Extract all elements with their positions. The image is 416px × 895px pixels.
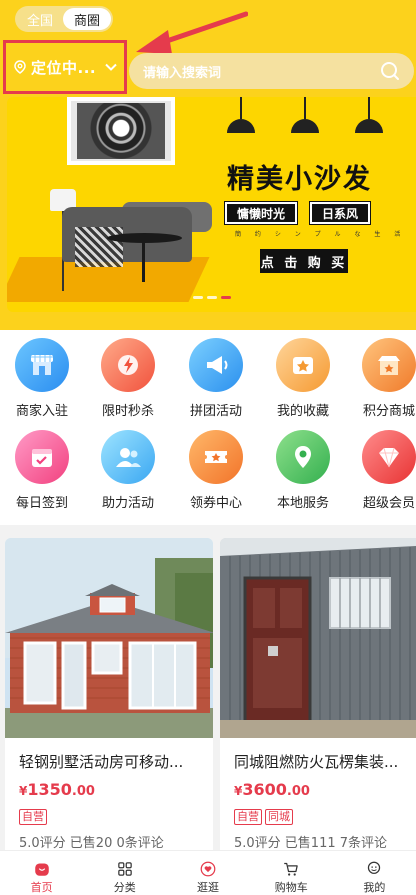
product-title: 轻钢别墅活动房可移动... bbox=[19, 753, 184, 771]
menu-item-label: 拼团活动 bbox=[189, 404, 242, 419]
menu-item-assist-activity[interactable]: 助力活动 bbox=[85, 430, 171, 511]
carousel-dot-active[interactable] bbox=[221, 296, 231, 299]
carousel-indicator bbox=[193, 296, 231, 299]
scope-tab-nationwide[interactable]: 全国 bbox=[17, 8, 63, 30]
search-bar[interactable]: 请输入搜索词 bbox=[129, 53, 414, 89]
product-image bbox=[220, 538, 416, 738]
menu-item-daily-checkin[interactable]: 每日签到 bbox=[0, 430, 85, 511]
menu-item-favorites[interactable]: 我的收藏 bbox=[260, 338, 346, 419]
buy-now-button[interactable]: 点 击 购 买 bbox=[260, 249, 348, 273]
product-badges: 自营 同城 bbox=[234, 809, 293, 825]
banner-tag: 日系风 bbox=[309, 201, 371, 225]
nav-category[interactable]: 分类 bbox=[83, 851, 166, 895]
banner-headline: 精美小沙发 bbox=[227, 164, 372, 195]
nav-home[interactable]: 首页 bbox=[0, 851, 83, 895]
product-price: ¥3600.00 bbox=[234, 780, 310, 799]
product-image bbox=[5, 538, 213, 738]
storefront-icon bbox=[31, 355, 53, 375]
menu-item-label: 每日签到 bbox=[15, 496, 68, 511]
menu-item-label: 商家入驻 bbox=[15, 404, 68, 419]
lightning-clock-icon bbox=[118, 355, 138, 375]
banner-tagline: 簡 约 シ ン プ ル な 生 活 bbox=[235, 231, 407, 238]
diamond-icon bbox=[379, 447, 399, 468]
pendant-lamp-icon bbox=[291, 119, 319, 133]
nav-cart[interactable]: 购物车 bbox=[250, 851, 333, 895]
menu-item-flash-sale[interactable]: 限时秒杀 bbox=[85, 338, 171, 419]
carousel-dot[interactable] bbox=[193, 296, 203, 299]
location-pin-icon bbox=[14, 60, 26, 74]
menu-item-group-buy[interactable]: 拼团活动 bbox=[173, 338, 259, 419]
chevron-down-icon bbox=[105, 63, 117, 71]
heart-chat-icon bbox=[200, 861, 216, 877]
location-label: 定位中... bbox=[31, 58, 97, 77]
menu-item-label: 助力活动 bbox=[101, 496, 154, 511]
user-icon bbox=[368, 861, 381, 874]
search-icon[interactable] bbox=[380, 61, 400, 81]
carousel-dot[interactable] bbox=[207, 296, 217, 299]
scope-tab-business-district[interactable]: 商圈 bbox=[63, 8, 111, 30]
menu-item-label: 积分商城 bbox=[362, 404, 415, 419]
product-price: ¥1350.00 bbox=[19, 780, 95, 799]
nav-label: 分类 bbox=[113, 881, 136, 894]
location-selector[interactable]: 定位中... bbox=[3, 40, 127, 94]
product-title: 同城阻燃防火瓦楞集装... bbox=[234, 753, 399, 771]
wall-art bbox=[67, 97, 175, 165]
menu-item-label: 限时秒杀 bbox=[101, 404, 154, 419]
same-city-badge: 同城 bbox=[265, 809, 293, 825]
pendant-lamp-icon bbox=[227, 119, 255, 133]
nav-label: 首页 bbox=[30, 881, 53, 894]
calendar-check-icon bbox=[32, 449, 52, 467]
coupon-icon bbox=[205, 451, 227, 463]
pendant-lamp-icon bbox=[355, 119, 383, 133]
menu-item-coupon-center[interactable]: 领券中心 bbox=[173, 430, 259, 511]
nav-label: 购物车 bbox=[274, 881, 308, 894]
star-box-icon bbox=[293, 357, 313, 374]
self-operated-badge: 自营 bbox=[19, 809, 47, 825]
shop-icon bbox=[378, 356, 400, 375]
nav-browse[interactable]: 逛逛 bbox=[166, 851, 249, 895]
menu-item-merchant-join[interactable]: 商家入驻 bbox=[0, 338, 85, 419]
cart-icon bbox=[284, 862, 298, 876]
banner-tag: 慵懒时光 bbox=[224, 201, 298, 225]
map-pin-icon bbox=[295, 446, 311, 468]
menu-item-label: 我的收藏 bbox=[276, 404, 329, 419]
menu-item-points-mall[interactable]: 积分商城 bbox=[346, 338, 416, 419]
product-card[interactable]: 同城阻燃防火瓦楞集装... ¥3600.00 自营 同城 5.0评分 已售111… bbox=[220, 538, 416, 858]
quick-menu-grid: 商家入驻 限时秒杀 拼团活动 我的收藏 积分商城 每日签到 助力活动 领券中心 … bbox=[0, 330, 416, 525]
bottom-navigation: 首页 分类 逛逛 购物车 我的 bbox=[0, 850, 416, 895]
promo-banner[interactable]: 精美小沙发 慵懒时光 日系风 簡 约 シ ン プ ル な 生 活 点 击 购 买 bbox=[7, 97, 416, 312]
menu-item-local-services[interactable]: 本地服务 bbox=[260, 430, 346, 511]
people-icon bbox=[116, 448, 141, 467]
grid-icon bbox=[118, 862, 132, 876]
home-icon bbox=[34, 863, 49, 876]
product-card[interactable]: 轻钢别墅活动房可移动... ¥1350.00 自营 5.0评分 已售20 0条评… bbox=[5, 538, 213, 858]
product-stats: 5.0评分 已售111 7条评论 bbox=[234, 836, 388, 851]
nav-profile[interactable]: 我的 bbox=[333, 851, 416, 895]
nav-label: 逛逛 bbox=[197, 881, 219, 894]
menu-item-label: 超级会员 bbox=[362, 496, 415, 511]
scope-toggle[interactable]: 全国 商圈 bbox=[15, 6, 113, 32]
menu-item-label: 领券中心 bbox=[189, 496, 242, 511]
menu-item-label: 本地服务 bbox=[276, 496, 329, 511]
product-badges: 自营 bbox=[19, 809, 47, 825]
search-placeholder: 请输入搜索词 bbox=[143, 65, 222, 81]
self-operated-badge: 自营 bbox=[234, 809, 262, 825]
menu-item-super-member[interactable]: 超级会员 bbox=[346, 430, 416, 511]
product-stats: 5.0评分 已售20 0条评论 bbox=[19, 836, 164, 851]
megaphone-icon bbox=[207, 356, 228, 374]
nav-label: 我的 bbox=[363, 881, 386, 894]
